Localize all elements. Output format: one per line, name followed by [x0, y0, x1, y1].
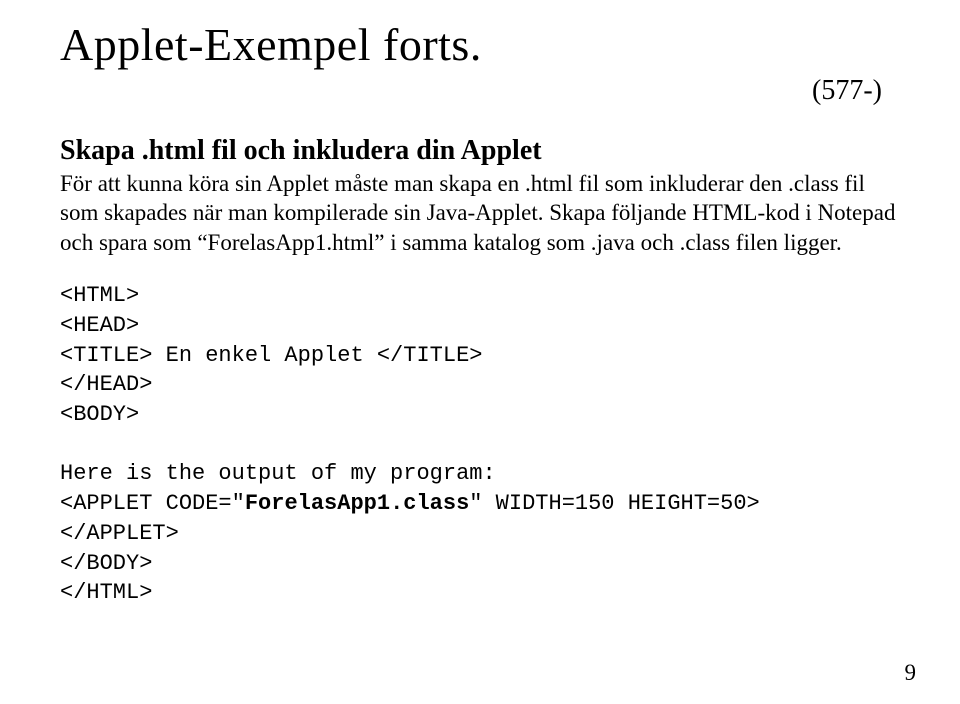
- code-line: </HEAD>: [60, 372, 152, 397]
- code-line: </APPLET>: [60, 521, 179, 546]
- section-subhead: Skapa .html fil och inkludera din Applet: [60, 135, 904, 167]
- code-line: </BODY>: [60, 551, 152, 576]
- code-line: " WIDTH=150 HEIGHT=50>: [469, 491, 759, 516]
- page-title: Applet-Exempel forts.: [60, 18, 904, 71]
- code-block: <HTML> <HEAD> <TITLE> En enkel Applet </…: [60, 281, 904, 608]
- code-line: <BODY>: [60, 402, 139, 427]
- body-paragraph: För att kunna köra sin Applet måste man …: [60, 169, 904, 257]
- page-reference: (577-): [60, 75, 882, 107]
- code-line: Here is the output of my program:: [60, 461, 496, 486]
- code-line: <TITLE> En enkel Applet </TITLE>: [60, 343, 482, 368]
- slide-page: Applet-Exempel forts. (577-) Skapa .html…: [0, 0, 960, 704]
- code-line: <HEAD>: [60, 313, 139, 338]
- code-bold-filename: ForelasApp1.class: [245, 491, 469, 516]
- page-number: 9: [905, 660, 917, 686]
- code-line: </HTML>: [60, 580, 152, 605]
- code-line: <APPLET CODE=": [60, 491, 245, 516]
- code-line: <HTML>: [60, 283, 139, 308]
